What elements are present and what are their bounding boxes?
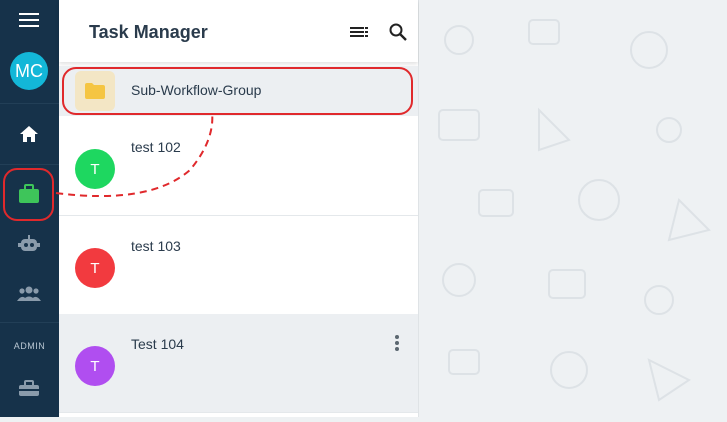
background-pattern — [419, 0, 727, 417]
